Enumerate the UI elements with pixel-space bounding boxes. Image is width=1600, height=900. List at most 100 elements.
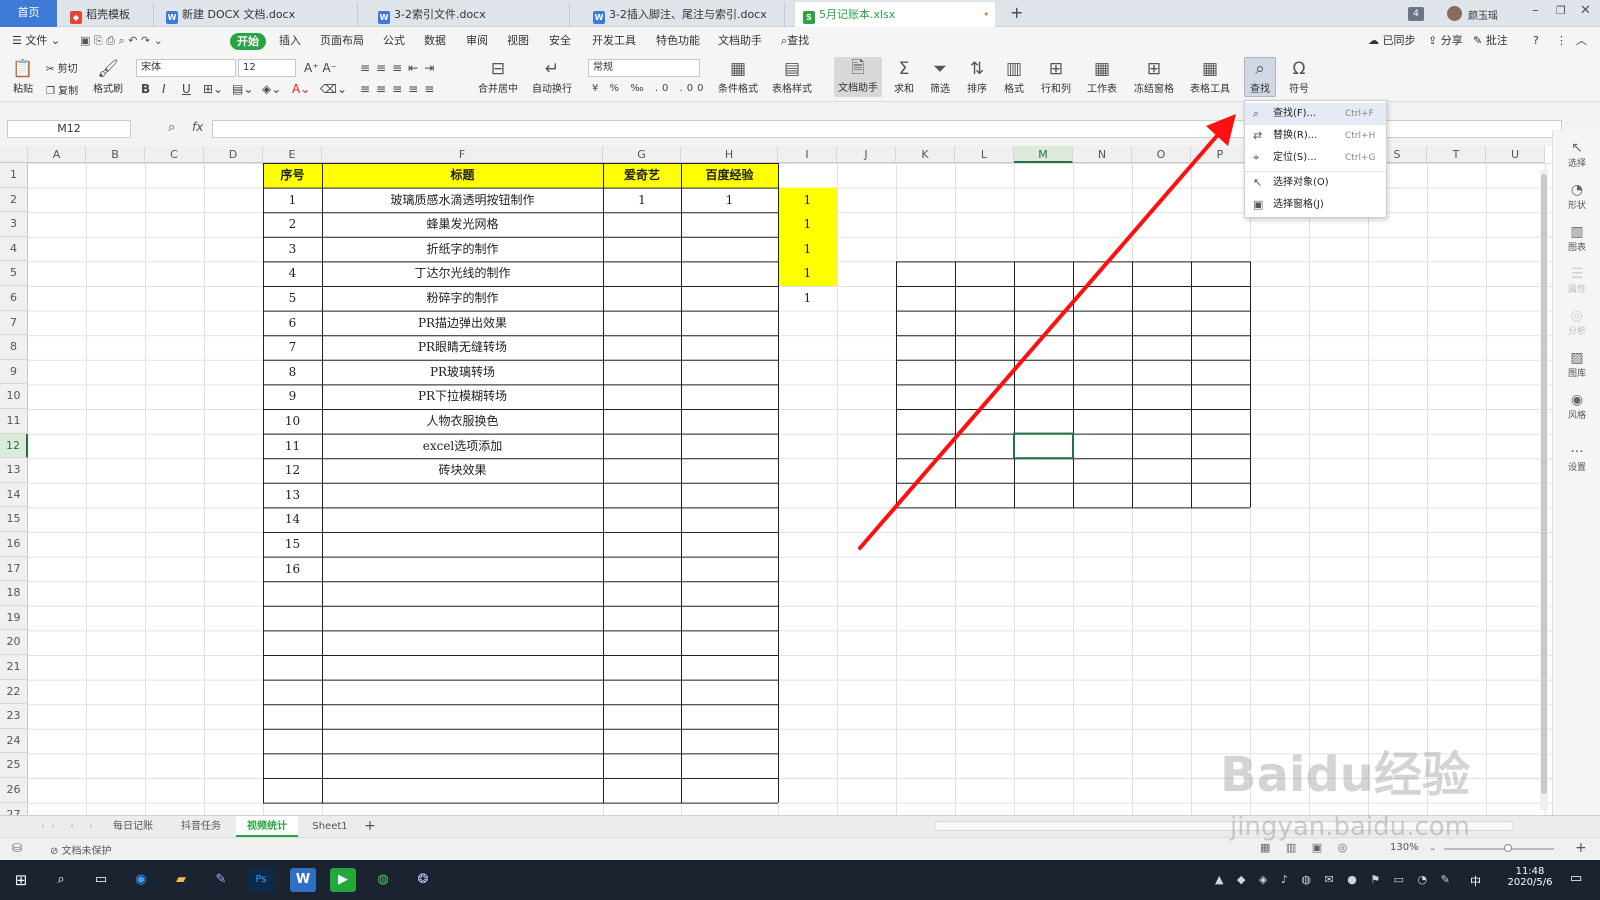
- zoom-slider[interactable]: [1444, 844, 1554, 852]
- title-cell[interactable]: PR玻璃转场: [322, 360, 603, 385]
- format-button[interactable]: ▥ 格式: [1000, 58, 1028, 95]
- column-header-f[interactable]: F: [322, 146, 603, 163]
- comment-button[interactable]: ✎ 批注: [1473, 28, 1508, 54]
- row-header-17[interactable]: 17: [0, 556, 28, 582]
- number-format-icons[interactable]: ¥ % ‰ .0 .00: [592, 81, 707, 97]
- seq-cell[interactable]: 3: [263, 237, 322, 262]
- row-header-20[interactable]: 20: [0, 630, 28, 655]
- new-tab-icon[interactable]: +: [1010, 3, 1023, 22]
- seq-cell[interactable]: 13: [263, 483, 322, 508]
- row-header-5[interactable]: 5: [0, 261, 28, 286]
- task-view-icon[interactable]: ▭: [88, 868, 114, 892]
- flag-cell[interactable]: 1: [778, 261, 837, 286]
- italic-icon[interactable]: I: [162, 81, 166, 97]
- window-count-badge[interactable]: 4: [1408, 7, 1424, 21]
- protect-status[interactable]: ⊘ 文档未保护: [50, 842, 112, 857]
- column-header-k[interactable]: K: [896, 146, 955, 163]
- pane-style[interactable]: ◉ 风格: [1553, 392, 1600, 421]
- column-header-p[interactable]: P: [1191, 146, 1250, 163]
- row-header-8[interactable]: 8: [0, 335, 28, 360]
- menu-layout[interactable]: 页面布局: [320, 28, 364, 54]
- photoshop-icon[interactable]: Ps: [248, 868, 274, 892]
- column-header-m[interactable]: M: [1014, 146, 1073, 163]
- title-cell[interactable]: 人物衣服换色: [322, 409, 603, 434]
- column-header-h[interactable]: H: [681, 146, 778, 163]
- wechat-icon[interactable]: ◍: [370, 868, 396, 892]
- title-cell[interactable]: PR眼睛无缝转场: [322, 335, 603, 360]
- sum-button[interactable]: Σ 求和: [890, 58, 918, 95]
- conditional-format-button[interactable]: ▦ 条件格式: [714, 58, 762, 95]
- fill-icon[interactable]: ▤⌄: [232, 81, 253, 97]
- doc-helper-button[interactable]: 🗎 文档助手: [834, 57, 882, 97]
- fill-color-icon[interactable]: ◈⌄: [262, 81, 281, 97]
- title-cell[interactable]: PR描边弹出效果: [322, 311, 603, 336]
- row-header-4[interactable]: 4: [0, 236, 28, 262]
- menu-dev[interactable]: 开发工具: [592, 28, 636, 54]
- sheet-tab-video-active[interactable]: 视频统计: [236, 816, 298, 837]
- menu-file[interactable]: ☰ 文件 ⌄: [12, 28, 60, 54]
- column-header-b[interactable]: B: [86, 146, 145, 163]
- pane-gallery[interactable]: ▨ 图库: [1553, 350, 1600, 379]
- tab-home[interactable]: 首页: [0, 0, 57, 27]
- menu-review[interactable]: 审阅: [466, 28, 488, 54]
- symbol-button[interactable]: Ω 符号: [1284, 58, 1314, 95]
- tab-docx-new[interactable]: W 新建 DOCX 文档.docx: [158, 2, 358, 27]
- wps-icon[interactable]: ✎: [208, 868, 234, 892]
- wps-writer-icon[interactable]: W: [290, 868, 316, 892]
- pane-select[interactable]: ↖ 选择: [1553, 140, 1600, 169]
- font-grow-icon[interactable]: A⁺ A⁻: [304, 60, 337, 76]
- align-horizontal-icons[interactable]: ≡≡≡≡≡: [360, 81, 440, 97]
- column-header-e[interactable]: E: [263, 146, 322, 163]
- menu-item-selection-pane[interactable]: ▣ 选择窗格(J): [1245, 194, 1386, 216]
- table-header-cell[interactable]: 爱奇艺: [603, 163, 681, 188]
- ime-indicator[interactable]: 中: [1470, 873, 1481, 889]
- tab-docx-footnote[interactable]: W 3-2插入脚注、尾注与索引.docx: [585, 2, 785, 27]
- row-header-26[interactable]: 26: [0, 778, 28, 803]
- recorder-icon[interactable]: ▶: [330, 868, 356, 892]
- filter-button[interactable]: ⏷ 筛选: [926, 58, 954, 95]
- zoom-level[interactable]: 130%: [1390, 842, 1419, 853]
- column-header-t[interactable]: T: [1427, 146, 1486, 163]
- menu-item-find[interactable]: ⌕ 查找(F)... Ctrl+F: [1245, 103, 1386, 125]
- seq-cell[interactable]: 11: [263, 434, 322, 459]
- seq-cell[interactable]: 6: [263, 311, 322, 336]
- title-cell[interactable]: 粉碎字的制作: [322, 286, 603, 311]
- seq-cell[interactable]: 10: [263, 409, 322, 434]
- tab-docx-index[interactable]: W 3-2索引文件.docx: [370, 2, 570, 27]
- paste-button[interactable]: 📋 粘贴: [8, 58, 38, 95]
- row-header-1[interactable]: 1: [0, 163, 28, 188]
- menu-security[interactable]: 安全: [549, 28, 571, 54]
- find-toolbar-button[interactable]: ⌕ 查找: [1244, 57, 1276, 97]
- title-cell[interactable]: 砖块效果: [322, 458, 603, 483]
- row-header-25[interactable]: 25: [0, 753, 28, 778]
- seq-cell[interactable]: 7: [263, 335, 322, 360]
- row-header-13[interactable]: 13: [0, 458, 28, 483]
- title-cell[interactable]: 折纸字的制作: [322, 237, 603, 262]
- row-header-27[interactable]: 27: [0, 802, 28, 815]
- pane-analyze[interactable]: ◎ 分析: [1553, 308, 1600, 337]
- tray-icons[interactable]: ▲ ◆ ◈ ♪ ◍ ✉ ● ⚑ ▭ ◔ ✎: [1215, 873, 1455, 886]
- row-header-23[interactable]: 23: [0, 704, 28, 729]
- menu-formula[interactable]: 公式: [383, 28, 405, 54]
- menu-insert[interactable]: 插入: [279, 28, 301, 54]
- column-header-j[interactable]: J: [837, 146, 896, 163]
- seq-cell[interactable]: 9: [263, 384, 322, 409]
- row-header-19[interactable]: 19: [0, 605, 28, 631]
- row-header-21[interactable]: 21: [0, 655, 28, 680]
- more-icon[interactable]: ⋮: [1556, 28, 1567, 54]
- column-header-l[interactable]: L: [955, 146, 1014, 163]
- minimize-icon[interactable]: –: [1532, 3, 1539, 18]
- title-cell[interactable]: 玻璃质感水滴透明按钮制作: [322, 188, 603, 213]
- avatar[interactable]: [1447, 6, 1462, 21]
- menu-item-replace[interactable]: ⇄ 替换(R)... Ctrl+H: [1245, 125, 1386, 147]
- menu-view[interactable]: 视图: [507, 28, 529, 54]
- row-header-3[interactable]: 3: [0, 212, 28, 237]
- border-icon[interactable]: ⊞⌄: [203, 81, 223, 97]
- tab-xlsx-active[interactable]: S 5月记账本.xlsx •: [795, 2, 995, 27]
- table-header-cell[interactable]: 序号: [263, 163, 322, 188]
- menu-dochelper[interactable]: 文档助手: [718, 28, 762, 54]
- flag-cell[interactable]: 1: [778, 212, 837, 237]
- menu-start[interactable]: 开始: [230, 33, 266, 50]
- seq-cell[interactable]: 2: [263, 212, 322, 237]
- row-header-14[interactable]: 14: [0, 482, 28, 508]
